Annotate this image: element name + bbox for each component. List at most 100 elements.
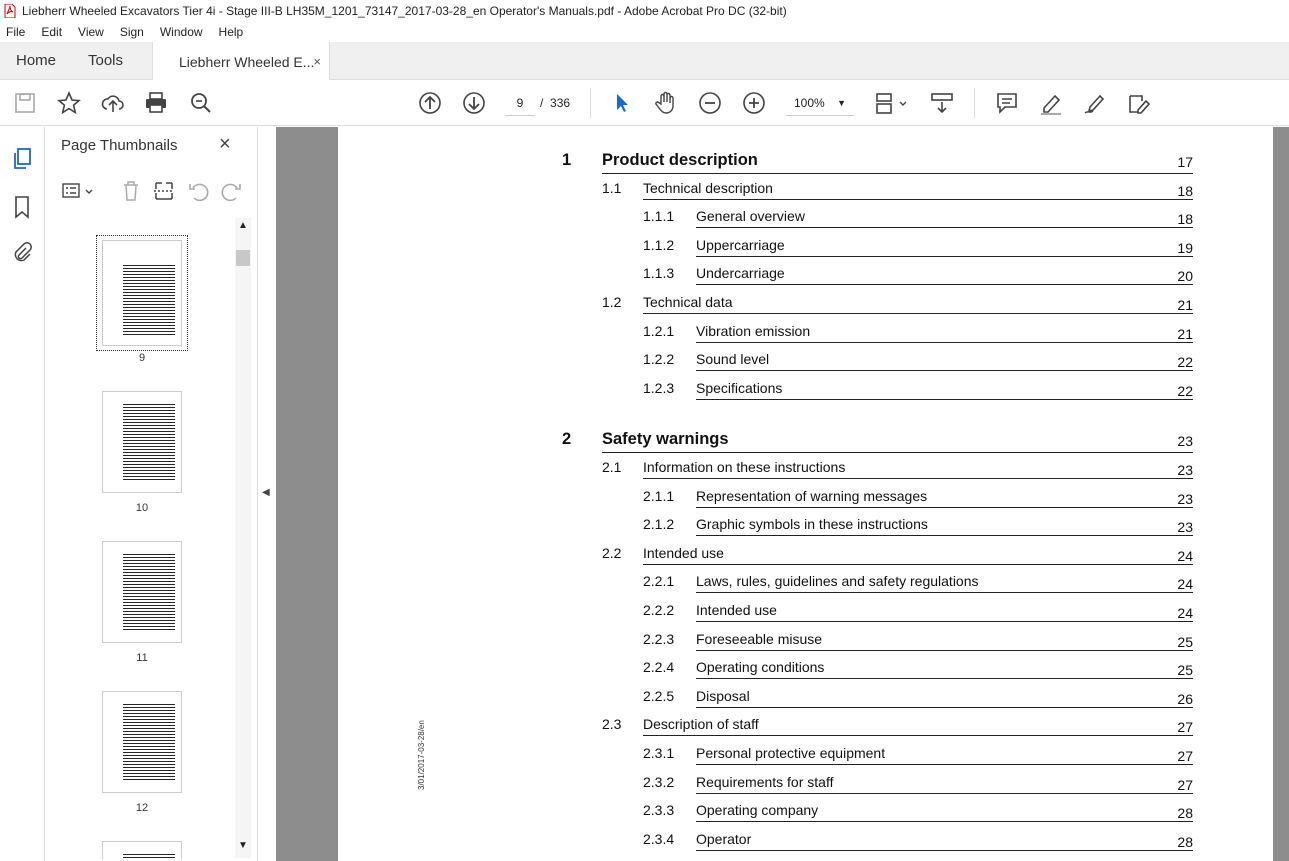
toc-entry[interactable]: 1.1.1 General overview 18 [338, 208, 1273, 232]
toc-entry[interactable]: 2.2.2 Intended use 24 [338, 602, 1273, 626]
toc-entry[interactable]: 1 Product description 17 [338, 151, 1273, 175]
page-thumbnails-icon[interactable] [11, 147, 33, 171]
document-viewer[interactable]: 1 Product description 17 1.1 Technical descr… [276, 127, 1289, 861]
toc-entry[interactable]: 2.2.3 Foreseeable misuse 25 [338, 631, 1273, 655]
zoom-out-icon[interactable] [697, 90, 723, 116]
toc-entry[interactable]: 2.2 Intended use 24 [338, 545, 1273, 569]
toc-entry[interactable]: 2.1.2 Graphic symbols in these instructio… [338, 516, 1273, 540]
scroll-mode-icon[interactable] [929, 90, 955, 116]
toc-entry[interactable]: 2.3.3 Operating company 28 [338, 802, 1273, 826]
previous-page-icon[interactable] [417, 90, 443, 116]
toc-number: 2 [562, 430, 572, 449]
menu-file[interactable]: File [4, 25, 27, 39]
toc-entry[interactable]: 1.1.2 Uppercarriage 19 [338, 237, 1273, 261]
scrollbar-thumb[interactable] [236, 250, 250, 266]
toc-entry[interactable]: 2 Safety warnings 23 [338, 430, 1273, 454]
menu-edit[interactable]: Edit [39, 25, 64, 39]
toc-number: 1 [562, 151, 572, 169]
thumbnail-label: 10 [135, 502, 149, 514]
thumbnail-page[interactable] [102, 841, 182, 859]
scroll-down-icon[interactable]: ▼ [238, 840, 248, 851]
toc-title: Intended use [696, 602, 1193, 622]
save-icon[interactable] [12, 90, 38, 116]
toc-entry[interactable]: 2.3.4 Operator 28 [338, 831, 1273, 855]
comment-icon[interactable] [994, 90, 1020, 116]
menu-sign[interactable]: Sign [118, 25, 146, 39]
toc-title: Foreseeable misuse [696, 631, 1193, 651]
toc-number: 2.3.1 [643, 745, 675, 761]
find-zoom-icon[interactable] [188, 90, 214, 116]
hand-tool-icon[interactable] [653, 90, 679, 116]
menu-help[interactable]: Help [217, 25, 246, 39]
toc-entry[interactable]: 1.2.3 Specifications 22 [338, 380, 1273, 404]
thumbnail-page[interactable] [102, 240, 182, 346]
pdf-page: 1 Product description 17 1.1 Technical descr… [338, 127, 1273, 861]
toc-page-number: 28 [1177, 805, 1193, 822]
rotate-right-icon[interactable] [221, 179, 243, 203]
toc-entry[interactable]: 2.3.1 Personal protective equipment 27 [338, 745, 1273, 769]
menu-window[interactable]: Window [158, 25, 205, 39]
thumbnail-page[interactable] [102, 691, 182, 793]
bookmark-star-icon[interactable] [56, 90, 82, 116]
tab-tools[interactable]: Tools [88, 42, 123, 80]
toc-number: 2.2.4 [643, 659, 675, 676]
next-page-icon[interactable] [461, 90, 487, 116]
select-pointer-icon[interactable] [608, 90, 634, 116]
collapse-arrow-icon[interactable]: ◀ [262, 487, 270, 498]
thumbnail-page[interactable] [102, 541, 182, 643]
menu-view[interactable]: View [76, 25, 106, 39]
page-layout-icon[interactable] [874, 90, 910, 116]
toc-title: Technical data [643, 294, 1193, 314]
thumbnail-list: 9 10 11 12 [45, 223, 235, 859]
extract-pages-icon[interactable] [153, 179, 175, 203]
toc-entry[interactable]: 2.2.4 Operating conditions 25 [338, 659, 1273, 683]
zoom-select[interactable]: 100% ▼ [786, 90, 854, 116]
attachments-paperclip-icon[interactable] [12, 240, 32, 264]
delete-trash-icon[interactable] [120, 179, 142, 203]
toc-title: Laws, rules, guidelines and safety regul… [696, 573, 1193, 594]
fill-sign-icon[interactable] [1126, 90, 1152, 116]
toc-entry[interactable]: 1.2.1 Vibration emission 21 [338, 323, 1273, 347]
print-icon[interactable] [143, 90, 169, 116]
toc-entry[interactable]: 2.2.1 Laws, rules, guidelines and safety … [338, 573, 1273, 597]
toc-entry[interactable]: 1.2 Technical data 21 [338, 294, 1273, 318]
toc-number: 1.2.3 [643, 379, 675, 396]
tab-document[interactable]: Liebherr Wheeled E... × [152, 42, 330, 80]
menu-bar: File Edit View Sign Window Help [0, 22, 1289, 42]
toc-page-number: 24 [1177, 605, 1193, 621]
toc-title: Requirements for staff [696, 774, 1193, 794]
toc-entry[interactable]: 1.1 Technical description 18 [338, 180, 1273, 204]
page-total: 336 [550, 96, 571, 110]
toc-entry[interactable]: 2.1.1 Representation of warning messages 2… [338, 488, 1273, 512]
zoom-in-icon[interactable] [741, 90, 767, 116]
thumbnail-scrollbar[interactable]: ▲ ▼ [235, 218, 251, 858]
options-menu-icon[interactable] [61, 181, 95, 201]
bookmarks-icon[interactable] [12, 195, 32, 219]
toc-title: Representation of warning messages [696, 488, 1193, 508]
thumbnail-page[interactable] [102, 391, 182, 493]
panel-close-icon[interactable]: × [219, 133, 231, 156]
toc-page-number: 24 [1177, 547, 1193, 564]
toc-entry[interactable]: 1.2.2 Sound level 22 [338, 351, 1273, 375]
toc-entry[interactable]: 2.3 Description of staff 27 [338, 716, 1273, 740]
panel-title: Page Thumbnails [61, 137, 178, 154]
toc-page-number: 26 [1177, 690, 1193, 707]
tab-document-label: Liebherr Wheeled E... [179, 54, 315, 70]
draw-freehand-icon[interactable] [1082, 90, 1108, 116]
upload-cloud-icon[interactable] [100, 90, 126, 116]
toc-number: 2.1.1 [643, 487, 675, 504]
tab-close-icon[interactable]: × [313, 42, 321, 82]
panel-collapse-handle[interactable]: ◀ [258, 127, 276, 861]
toc-entry[interactable]: 1.1.3 Undercarriage 20 [338, 265, 1273, 289]
toc-entry[interactable]: 2.2.5 Disposal 26 [338, 688, 1273, 712]
tab-home[interactable]: Home [16, 42, 56, 80]
toc-page-number: 27 [1177, 719, 1193, 736]
scroll-up-icon[interactable]: ▲ [238, 220, 248, 231]
toc-page-number: 18 [1177, 182, 1193, 199]
toc-page-number: 25 [1177, 662, 1193, 679]
highlight-pen-icon[interactable] [1038, 90, 1064, 116]
rotate-left-icon[interactable] [187, 179, 209, 203]
toc-entry[interactable]: 2.1 Information on these instructions 23 [338, 459, 1273, 483]
page-number-input[interactable]: 9 [505, 90, 535, 116]
toc-entry[interactable]: 2.3.2 Requirements for staff 27 [338, 774, 1273, 798]
